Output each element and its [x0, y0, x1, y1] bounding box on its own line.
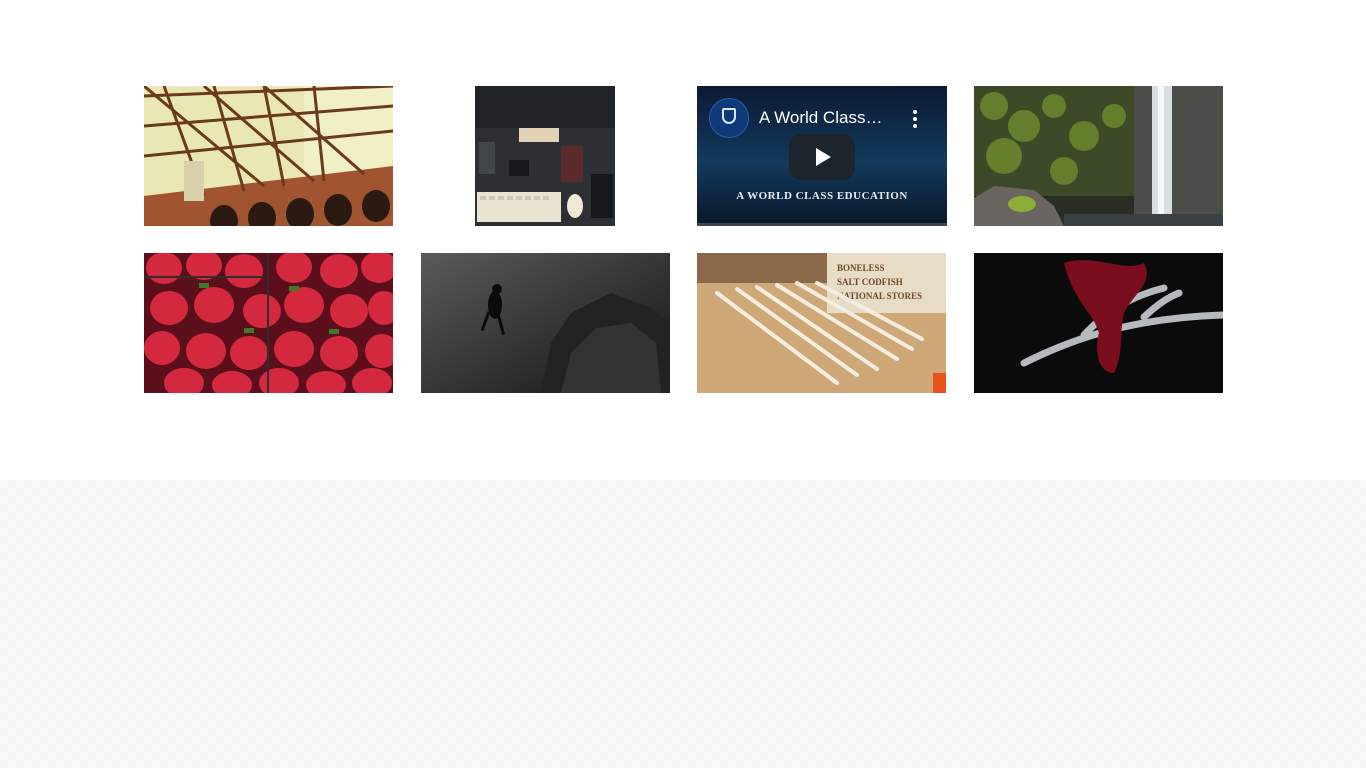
diver-image: [421, 253, 670, 393]
gallery-image-waterfall[interactable]: [974, 86, 1223, 226]
gallery-image-strawberries[interactable]: [144, 253, 393, 393]
gallery-image-desk[interactable]: [475, 86, 615, 226]
waterfall-image: [974, 86, 1223, 226]
video-progress-bar: [697, 223, 947, 226]
gallery-image-pencils[interactable]: BONELESS SALT CODFISH NATIONAL STORES: [697, 253, 946, 393]
gallery-image-antler[interactable]: [974, 253, 1223, 393]
image-gallery: A World Class… A WORLD CLASS EDUCATION B…: [0, 0, 1366, 480]
video-caption: A WORLD CLASS EDUCATION: [736, 190, 908, 202]
antler-image: [974, 253, 1223, 393]
university-crest-icon[interactable]: [709, 98, 749, 138]
box-label-line-2: SALT CODFISH: [837, 277, 903, 287]
strawberries-image: [144, 253, 393, 393]
video-title[interactable]: A World Class…: [759, 108, 882, 128]
pencils-image: BONELESS SALT CODFISH NATIONAL STORES: [697, 253, 946, 393]
gallery-image-bridge[interactable]: [144, 86, 393, 226]
video-embed[interactable]: A World Class… A WORLD CLASS EDUCATION: [697, 86, 947, 226]
page: A World Class… A WORLD CLASS EDUCATION B…: [0, 0, 1366, 768]
desk-image: [475, 86, 615, 226]
gallery-image-diver[interactable]: [421, 253, 670, 393]
pattern-background: [0, 480, 1366, 768]
bridge-image: [144, 86, 393, 226]
box-label-line-1: BONELESS: [837, 263, 885, 273]
play-icon[interactable]: [789, 134, 855, 180]
kebab-menu-icon[interactable]: [913, 110, 917, 128]
